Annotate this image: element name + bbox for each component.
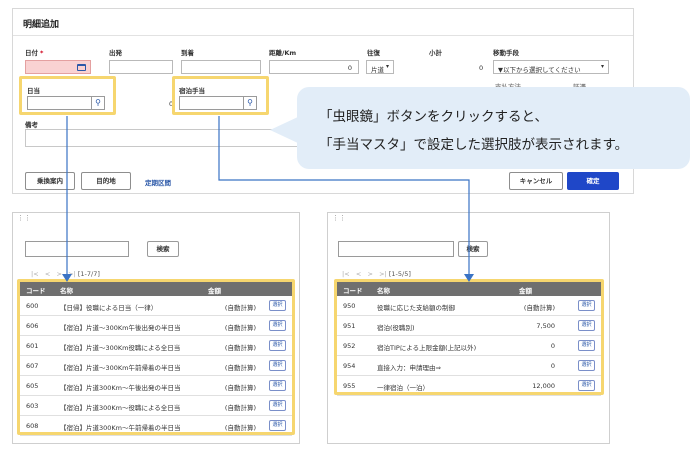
arrow-down-icon	[464, 274, 474, 282]
arrow-down-icon	[62, 274, 72, 282]
connector-arrows	[62, 116, 474, 282]
lodging-connector-line	[218, 116, 470, 276]
